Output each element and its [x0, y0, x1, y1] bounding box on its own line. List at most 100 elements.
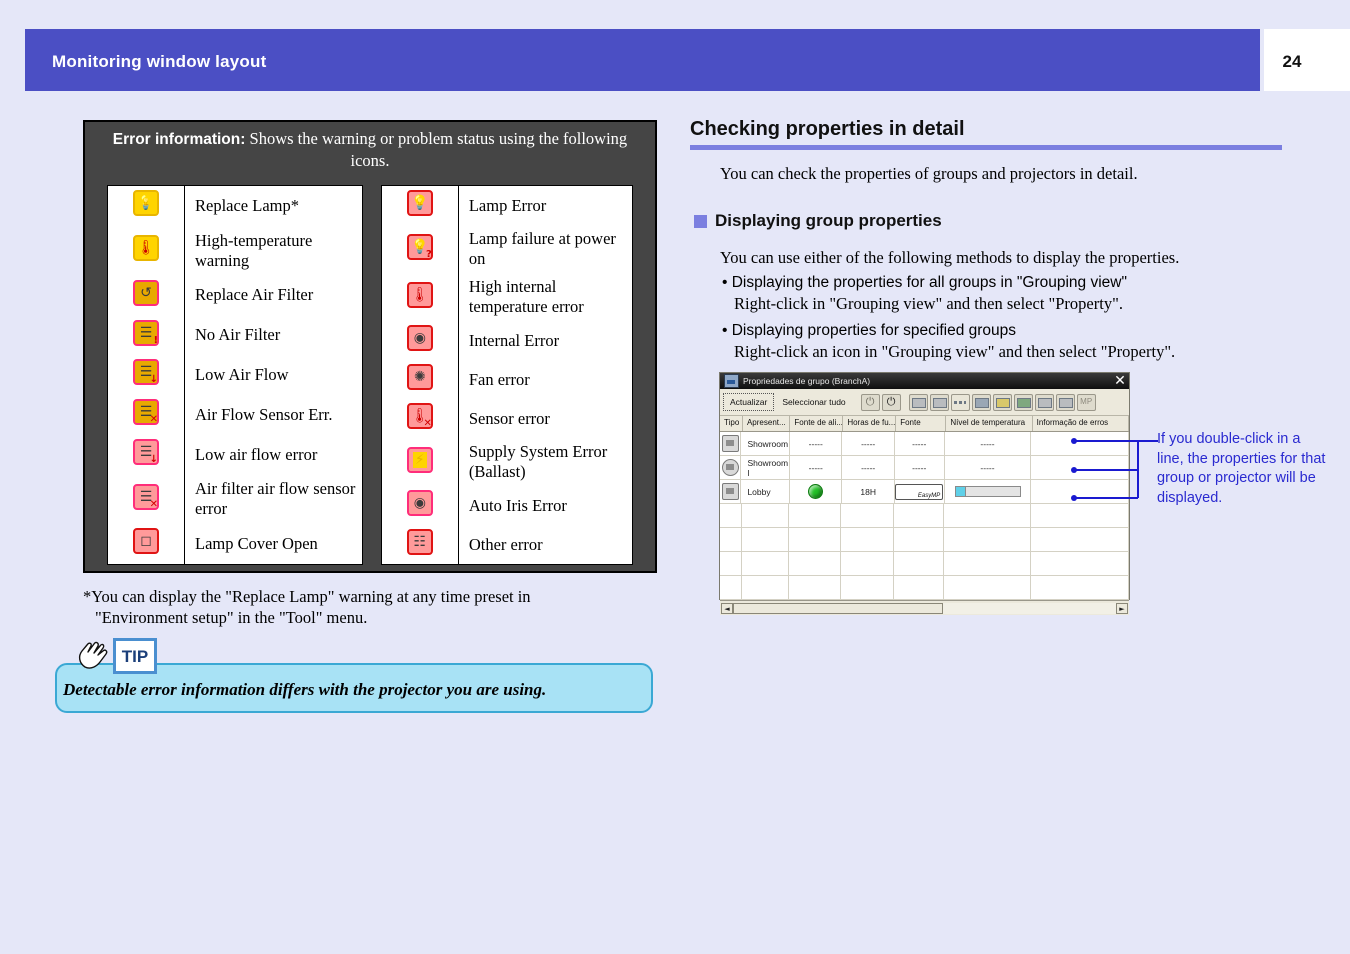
lamp-cover-open-icon-cell: ◻ [107, 523, 185, 565]
source-video3-icon[interactable] [1013, 393, 1033, 411]
column-header-apresent[interactable]: Apresent... [743, 416, 791, 431]
scrollbar-thumb[interactable] [733, 602, 943, 614]
section-title: Checking properties in detail [690, 118, 965, 140]
no-air-filter-icon: ☰! [133, 319, 159, 346]
row-source [894, 504, 944, 527]
high-temperature-warning-icon-cell: 🌡 [107, 225, 185, 276]
select-all-button[interactable]: Seleccionar tudo [776, 394, 851, 410]
source-keyboard-icon[interactable] [1034, 393, 1054, 411]
low-air-flow-icon: ☰ ↓ [133, 359, 159, 386]
footnote-line-1: *You can display the "Replace Lamp" warn… [83, 587, 531, 606]
table-divider [363, 179, 373, 571]
error-label: High internal temperature error [468, 277, 584, 316]
column-header-fonte[interactable]: Fonte [896, 416, 947, 431]
table-row[interactable]: Showroom l ----- ----- ----- ----- [720, 456, 1130, 480]
supply-system-error-icon-cell: ⚡ [381, 438, 459, 486]
column-header-tipo[interactable]: Tipo [720, 416, 743, 431]
page-number: 24 [1282, 52, 1302, 71]
auto-iris-error-icon-cell: ◉ [381, 486, 459, 525]
callout-text: If you double-click in a line, the prope… [1157, 431, 1326, 506]
error-label: No Air Filter [195, 325, 281, 345]
properties-grid: Tipo Apresent... Fonte de ali... Horas d… [720, 416, 1130, 600]
air-flow-sensor-err-icon: ☰ ✕ [133, 399, 159, 426]
other-error-icon: ☷ [406, 529, 433, 555]
internal-error-icon-cell: ◉ [381, 321, 459, 360]
subsection-bullet-icon [694, 215, 707, 228]
table-row: ☷ Other error [381, 525, 632, 565]
row-name [742, 528, 789, 551]
source-video1-icon[interactable] [971, 393, 991, 411]
source-video2-icon[interactable] [992, 393, 1012, 411]
temperature-bar [954, 486, 1021, 497]
source-computer1-icon[interactable] [908, 393, 928, 411]
table-row: ⚡ Supply System Error (Ballast) [381, 438, 632, 486]
building-icon [721, 435, 739, 452]
source-computer2-icon[interactable] [929, 393, 949, 411]
method-heading: • Displaying the properties for all grou… [722, 274, 1127, 291]
row-source: ----- [895, 432, 945, 455]
scroll-right-arrow-icon[interactable]: ► [1116, 602, 1128, 614]
subsection-intro: You can use either of the following meth… [720, 248, 1180, 267]
row-power [789, 504, 842, 527]
power-on-icon[interactable] [881, 393, 901, 411]
table-row[interactable] [720, 528, 1130, 552]
fan-error-icon: ✺ [406, 364, 433, 390]
table-row[interactable] [720, 576, 1130, 600]
table-row[interactable]: Showroom ----- ----- ----- ----- [720, 432, 1130, 456]
source-bar-icon[interactable] [1055, 393, 1075, 411]
table-row: 💡 Replace Lamp* [107, 185, 363, 226]
table-row: 💡 Lamp Error [381, 185, 632, 225]
table-row[interactable]: Lobby 18H EasyMP [720, 480, 1130, 504]
high-internal-temperature-error-icon-cell: 🌡 [381, 273, 459, 321]
replace-lamp-icon-cell: 💡 [107, 185, 185, 226]
table-row: ✺ Fan error [381, 360, 632, 399]
window-toolbar: Actualizar Seleccionar tudo [720, 389, 1129, 416]
table-row: ◻ Lamp Cover Open [107, 523, 363, 565]
error-label: Replace Air Filter [195, 285, 314, 305]
row-temp [944, 576, 1032, 599]
lamp-failure-at-power-on-icon: 💡? [406, 233, 433, 260]
row-type-icon-cell [720, 504, 742, 527]
air-flow-sensor-err-icon-cell: ☰ ✕ [107, 394, 185, 435]
table-row: ◉ Auto Iris Error [381, 486, 632, 525]
error-label: Lamp Cover Open [195, 533, 318, 553]
column-header-fonte-ali[interactable]: Fonte de ali... [790, 416, 844, 431]
error-label: Auto Iris Error [468, 495, 567, 515]
table-row: ☰! No Air Filter [107, 315, 363, 355]
table-row[interactable] [720, 552, 1130, 576]
row-temp-cell [945, 480, 1032, 503]
row-name: Showroom [741, 432, 791, 455]
error-label: Air filter air flow sensor error [195, 479, 356, 519]
row-source [894, 528, 944, 551]
footnote-line-2: "Environment setup" in the "Tool" menu. [95, 608, 368, 627]
source-dots-icon[interactable] [950, 393, 970, 411]
internal-error-icon: ◉ [406, 325, 433, 351]
close-icon[interactable]: ✕ [1113, 373, 1127, 388]
table-row: ◉ Internal Error [381, 321, 632, 360]
power-off-icon[interactable] [860, 393, 880, 411]
source-mp-icon[interactable] [1076, 393, 1096, 411]
high-internal-temperature-error-icon: 🌡 [406, 281, 433, 308]
lamp-error-icon: 💡 [406, 190, 433, 216]
error-panel-body: 💡 Replace Lamp* 🌡 High-temperature warni… [85, 179, 655, 571]
row-hours [841, 528, 894, 551]
refresh-button[interactable]: Actualizar [723, 393, 775, 411]
scrollbar-track[interactable] [733, 602, 1116, 614]
scroll-left-arrow-icon[interactable]: ◄ [721, 602, 733, 614]
lamp-error-icon-cell: 💡 [381, 185, 459, 225]
page-title: Monitoring window layout [52, 52, 267, 71]
column-header-horas-fu[interactable]: Horas de fu... [843, 416, 897, 431]
table-row: 💡? Lamp failure at power on [381, 225, 632, 273]
row-error [1031, 552, 1130, 575]
low-air-flow-error-icon: ☰ ↓ [133, 439, 159, 466]
row-power [789, 576, 842, 599]
row-name: Showroom l [741, 456, 791, 479]
lamp-cover-open-icon: ◻ [133, 528, 159, 555]
row-type-icon-cell [720, 576, 742, 599]
error-label: Low Air Flow [195, 364, 289, 384]
table-row[interactable] [720, 504, 1130, 528]
row-power: ----- [790, 432, 843, 455]
footnote: *You can display the "Replace Lamp" warn… [83, 586, 683, 628]
horizontal-scrollbar[interactable]: ◄ ► [720, 600, 1129, 615]
column-header-nivel-temp[interactable]: Nível de temperatura [946, 416, 1033, 431]
